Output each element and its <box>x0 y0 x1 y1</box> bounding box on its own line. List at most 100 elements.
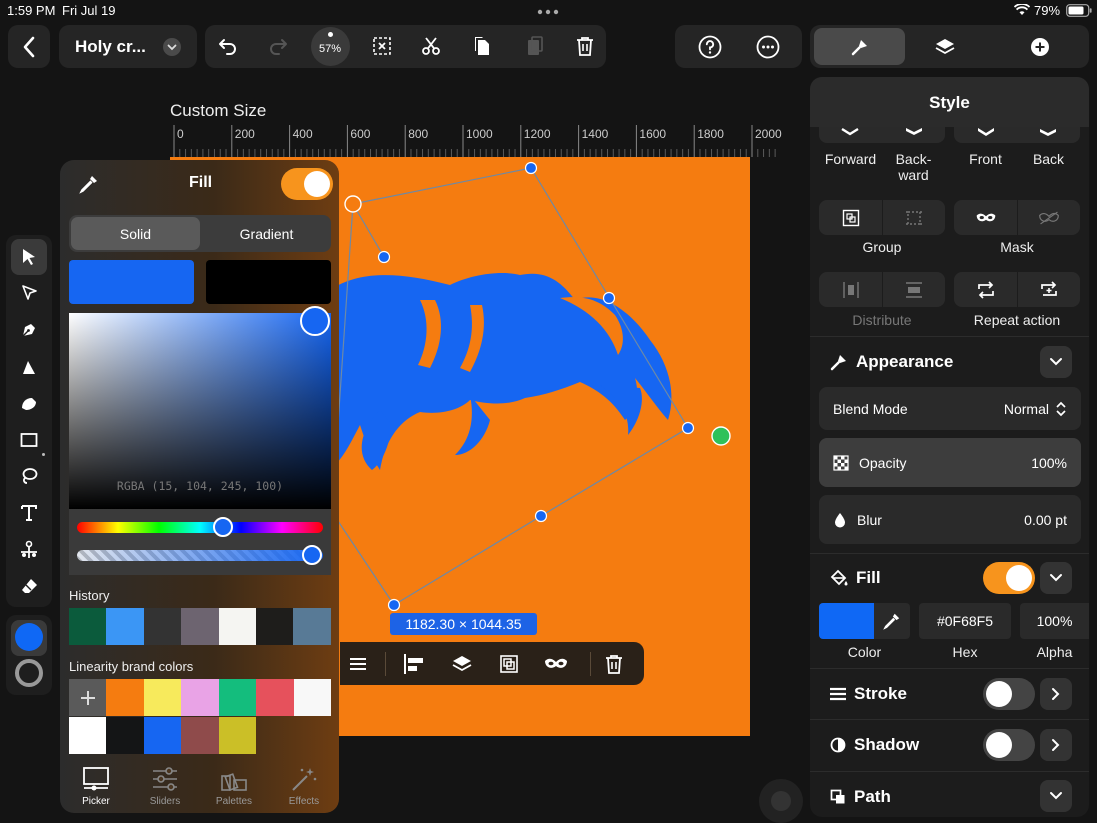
blend-mode-row[interactable]: Blend Mode Normal <box>819 387 1081 430</box>
tab-solid[interactable]: Solid <box>71 217 200 250</box>
send-to-back-icon[interactable] <box>1038 127 1058 139</box>
tab-gradient[interactable]: Gradient <box>202 215 331 252</box>
node-tool[interactable] <box>11 275 47 311</box>
history-swatch-0[interactable] <box>69 608 107 645</box>
brand-row2-swatch-3[interactable] <box>181 717 219 754</box>
history-swatch-4[interactable] <box>218 608 256 645</box>
text-icon <box>21 505 37 521</box>
delete-icon[interactable] <box>602 652 626 676</box>
brand-swatch-5[interactable] <box>293 679 331 716</box>
chevron-down-icon <box>1050 574 1062 582</box>
brand-row2-swatch-1[interactable] <box>106 717 144 754</box>
select-tool[interactable] <box>11 239 47 275</box>
scissors-tool[interactable] <box>11 532 47 568</box>
tab-picker-label: Picker <box>82 796 110 807</box>
brand-swatch-0[interactable] <box>106 679 144 716</box>
brand-row2-swatch-4[interactable] <box>218 717 256 754</box>
path-collapse-button[interactable] <box>1040 780 1072 812</box>
eyedropper-button[interactable] <box>874 603 910 639</box>
fill-collapse-button[interactable] <box>1040 562 1072 594</box>
toggle-knob <box>986 681 1012 707</box>
brand-swatch-4[interactable] <box>256 679 294 716</box>
shadow-expand-button[interactable] <box>1040 729 1072 761</box>
mask-icon[interactable] <box>542 652 570 676</box>
group-button[interactable] <box>819 200 882 235</box>
distribute-horizontal-button[interactable] <box>819 272 882 307</box>
fill-toggle[interactable] <box>281 168 333 200</box>
tab-picker[interactable]: Picker <box>70 764 122 812</box>
brand-row2-swatch-0[interactable] <box>69 717 107 754</box>
hue-handle[interactable] <box>213 517 233 537</box>
previous-color-swatch[interactable] <box>206 260 331 304</box>
chevron-right-icon <box>1052 688 1060 700</box>
fill-color-control[interactable] <box>819 603 910 639</box>
eraser-tool[interactable] <box>11 568 47 604</box>
plus-icon <box>80 690 95 705</box>
repeat-duplicate-button[interactable] <box>1017 272 1080 307</box>
stroke-toggle[interactable] <box>983 678 1035 710</box>
tab-effects[interactable]: Effects <box>278 764 330 812</box>
alpha-input[interactable]: 100% <box>1020 603 1089 639</box>
crab-artwork[interactable] <box>330 273 672 470</box>
current-color-swatch[interactable] <box>69 260 194 304</box>
fill-color-swatch[interactable] <box>819 603 874 639</box>
history-swatch-2[interactable] <box>143 608 182 645</box>
blend-mode-value: Normal <box>1003 400 1049 417</box>
repeat-action-button[interactable] <box>954 272 1017 307</box>
distribute-vertical-button[interactable] <box>882 272 945 307</box>
floating-assist-button[interactable] <box>759 779 803 823</box>
opacity-value: 100% <box>1031 454 1067 471</box>
send-backward-icon[interactable] <box>904 127 924 139</box>
eyedropper-icon[interactable] <box>79 174 99 194</box>
arrange-front-box <box>954 127 1080 143</box>
ungroup-button[interactable] <box>882 200 945 235</box>
mask-button[interactable] <box>954 200 1017 235</box>
lasso-tool[interactable] <box>11 458 47 494</box>
picker-bottom-tabs: Picker Sliders Palettes Effects <box>60 758 339 813</box>
brand-row2-swatch-2[interactable] <box>143 717 182 754</box>
fill-enabled-toggle[interactable] <box>983 562 1035 594</box>
unmask-button[interactable] <box>1017 200 1080 235</box>
hex-input[interactable]: #0F68F5 <box>919 603 1011 639</box>
palettes-icon <box>221 773 247 792</box>
opacity-slider[interactable]: Opacity 100% <box>819 438 1081 487</box>
history-swatch-1[interactable] <box>106 608 144 645</box>
brand-colors-title: Linearity brand colors <box>69 659 194 674</box>
history-swatch-6[interactable] <box>293 608 331 645</box>
brand-swatch-2[interactable] <box>181 679 219 716</box>
shape-builder-tool[interactable] <box>11 385 47 421</box>
fill-type-segmented: Solid Gradient <box>69 215 331 252</box>
tab-palettes[interactable]: Palettes <box>208 764 260 812</box>
fill-color-well[interactable] <box>15 623 43 651</box>
add-color-button[interactable] <box>69 679 106 716</box>
text-tool[interactable] <box>11 495 47 531</box>
history-swatch-3[interactable] <box>181 608 219 645</box>
blur-slider[interactable]: Blur 0.00 pt <box>819 495 1081 544</box>
lasso-icon <box>22 468 38 484</box>
align-left-icon[interactable] <box>402 652 426 676</box>
bring-forward-icon[interactable] <box>840 127 860 139</box>
shadow-toggle[interactable] <box>983 729 1035 761</box>
stroke-expand-button[interactable] <box>1040 678 1072 710</box>
bring-to-front-icon[interactable] <box>976 127 996 139</box>
effects-icon <box>292 768 317 791</box>
alpha-slider[interactable] <box>77 550 323 561</box>
alpha-handle[interactable] <box>302 545 322 565</box>
appearance-header: Appearance <box>830 352 953 372</box>
saturation-brightness-picker[interactable]: RGBA (15, 104, 245, 100) <box>69 313 331 509</box>
picker-handle[interactable] <box>300 306 330 336</box>
brand-swatch-3[interactable] <box>218 679 256 716</box>
appearance-collapse-button[interactable] <box>1040 346 1072 378</box>
group-icon[interactable] <box>497 652 521 676</box>
brush-tool[interactable] <box>11 349 47 385</box>
stroke-color-well[interactable] <box>15 659 43 687</box>
pen-tool[interactable] <box>11 312 47 348</box>
history-swatch-5[interactable] <box>255 608 294 645</box>
tab-sliders[interactable]: Sliders <box>139 764 191 812</box>
mask-buttons <box>954 200 1080 235</box>
menu-icon[interactable] <box>346 652 370 676</box>
hue-slider[interactable] <box>77 522 323 533</box>
rectangle-tool[interactable] <box>11 422 47 458</box>
brand-swatch-1[interactable] <box>143 679 181 716</box>
arrange-layers-icon[interactable] <box>450 652 474 676</box>
